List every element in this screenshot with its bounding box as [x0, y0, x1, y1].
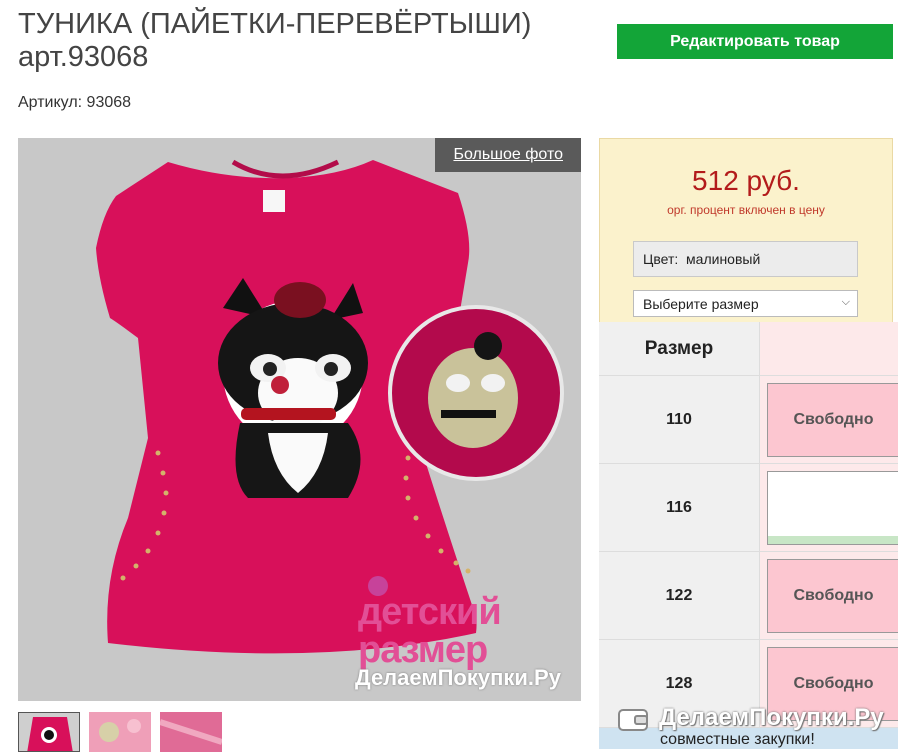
- status-free-button[interactable]: Свободно: [767, 383, 898, 457]
- chevron-down-icon: ⌵: [841, 296, 850, 308]
- size-table: Размер 110 Свободно 116 122 Свободно 128…: [599, 322, 898, 749]
- status-free-button[interactable]: Свободно: [767, 559, 898, 633]
- status-progress: [768, 536, 898, 544]
- status-cell: Свободно: [760, 552, 898, 640]
- color-field: Цвет: малиновый: [633, 241, 858, 277]
- size-cell: 110: [599, 376, 760, 464]
- watermark-brand-line2: размер: [358, 629, 488, 671]
- edit-product-button[interactable]: Редактировать товар: [617, 24, 893, 59]
- banner-brand: ДелаемПокупки.Ру: [659, 704, 884, 731]
- color-label: Цвет:: [643, 251, 679, 267]
- size-column-header: Размер: [599, 322, 760, 376]
- price-value: 512 руб.: [692, 165, 800, 196]
- status-cell: Свободно: [760, 376, 898, 464]
- size-select-value: Выберите размер: [643, 295, 759, 312]
- status-slot[interactable]: [767, 471, 898, 545]
- price-panel: 512 руб. орг. процент включен в цену Цве…: [599, 138, 893, 324]
- watermark-site: ДелаемПокупки.Ру: [355, 665, 561, 690]
- table-row: 122 Свободно: [599, 552, 898, 640]
- thumbnail-3[interactable]: [160, 712, 222, 752]
- status-cell: [760, 464, 898, 552]
- banner-tagline: совместные закупки!: [660, 731, 815, 748]
- page-title: ТУНИКА (ПАЙЕТКИ-ПЕРЕВЁРТЫШИ) арт.93068: [18, 8, 532, 73]
- site-banner[interactable]: ДелаемПокупки.Ру совместные закупки!: [599, 702, 898, 749]
- size-cell: 122: [599, 552, 760, 640]
- watermark-brand-line1: детский: [358, 591, 502, 633]
- color-value: малиновый: [686, 251, 761, 267]
- thumbnail-2[interactable]: [89, 712, 151, 752]
- table-row: 110 Свободно: [599, 376, 898, 464]
- table-row: 116: [599, 464, 898, 552]
- size-select[interactable]: Выберите размер ⌵: [633, 290, 858, 317]
- watermark-brand: детский размер: [358, 591, 502, 671]
- big-photo-link[interactable]: Большое фото: [435, 138, 581, 172]
- size-cell: 116: [599, 464, 760, 552]
- status-column-header: [760, 322, 898, 376]
- product-photo[interactable]: Большое фото детский размер ДелаемПокупк…: [18, 138, 581, 701]
- sku-line: Артикул: 93068: [18, 94, 132, 111]
- wallet-icon: [618, 709, 648, 731]
- thumbnail-1[interactable]: [18, 712, 80, 752]
- price-note: орг. процент включен в цену: [667, 203, 825, 217]
